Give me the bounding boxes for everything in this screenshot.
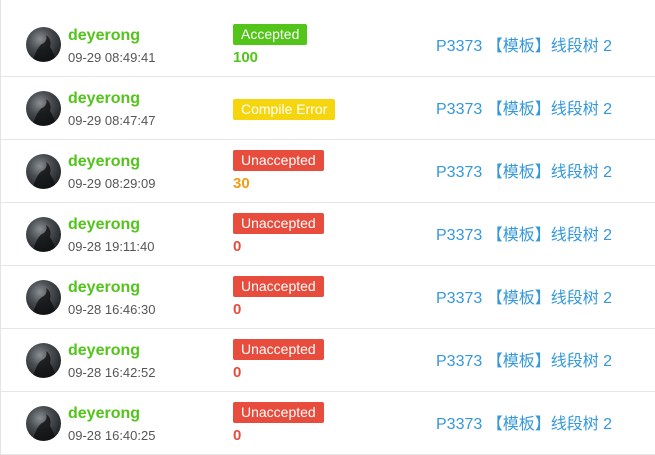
score: 30 [233, 175, 250, 192]
problem-link[interactable]: P3373 【模板】线段树 2 [436, 164, 612, 182]
problem-link[interactable]: P3373 【模板】线段树 2 [436, 101, 612, 119]
problem-link[interactable]: P3373 【模板】线段树 2 [436, 227, 612, 245]
user-avatar[interactable] [26, 280, 61, 315]
status-badge[interactable]: Unaccepted [233, 339, 324, 360]
username[interactable]: deyerong [68, 342, 140, 360]
problem-link[interactable]: P3373 【模板】线段树 2 [436, 353, 612, 371]
user-avatar[interactable] [26, 406, 61, 441]
record-list: deyerong 09-29 08:49:41 Accepted 100 P33… [0, 0, 655, 455]
submit-time: 09-29 08:49:41 [68, 50, 156, 65]
score: 0 [233, 301, 242, 318]
username[interactable]: deyerong [68, 90, 140, 108]
record-row: deyerong 09-28 16:40:25 Unaccepted 0 P33… [1, 392, 655, 455]
submit-time: 09-28 16:40:25 [68, 428, 156, 443]
record-row: deyerong 09-28 16:42:52 Unaccepted 0 P33… [1, 329, 655, 392]
submit-time: 09-29 08:29:09 [68, 176, 156, 191]
record-row: deyerong 09-29 08:47:47 Compile Error P3… [1, 77, 655, 140]
score: 0 [233, 238, 242, 255]
problem-link[interactable]: P3373 【模板】线段树 2 [436, 38, 612, 56]
record-row: deyerong 09-29 08:29:09 Unaccepted 30 P3… [1, 140, 655, 203]
problem-link[interactable]: P3373 【模板】线段树 2 [436, 416, 612, 434]
record-row: deyerong 09-28 19:11:40 Unaccepted 0 P33… [1, 203, 655, 266]
problem-link[interactable]: P3373 【模板】线段树 2 [436, 290, 612, 308]
record-row: deyerong 09-28 16:46:30 Unaccepted 0 P33… [1, 266, 655, 329]
status-badge[interactable]: Compile Error [233, 99, 336, 120]
username[interactable]: deyerong [68, 216, 140, 234]
status-badge[interactable]: Unaccepted [233, 276, 324, 297]
score: 0 [233, 364, 242, 381]
status-badge[interactable]: Accepted [233, 24, 308, 45]
score: 100 [233, 49, 259, 66]
submit-time: 09-29 08:47:47 [68, 113, 156, 128]
username[interactable]: deyerong [68, 279, 140, 297]
submit-time: 09-28 19:11:40 [68, 239, 155, 254]
user-avatar[interactable] [26, 343, 61, 378]
status-badge[interactable]: Unaccepted [233, 213, 324, 234]
submit-time: 09-28 16:46:30 [68, 302, 156, 317]
status-badge[interactable]: Unaccepted [233, 402, 324, 423]
username[interactable]: deyerong [68, 27, 140, 45]
user-avatar[interactable] [26, 154, 61, 189]
status-badge[interactable]: Unaccepted [233, 150, 324, 171]
score: 0 [233, 427, 242, 444]
submit-time: 09-28 16:42:52 [68, 365, 156, 380]
username[interactable]: deyerong [68, 405, 140, 423]
user-avatar[interactable] [26, 217, 61, 252]
user-avatar[interactable] [26, 27, 61, 62]
user-avatar[interactable] [26, 91, 61, 126]
record-row: deyerong 09-29 08:49:41 Accepted 100 P33… [1, 0, 655, 77]
username[interactable]: deyerong [68, 153, 140, 171]
